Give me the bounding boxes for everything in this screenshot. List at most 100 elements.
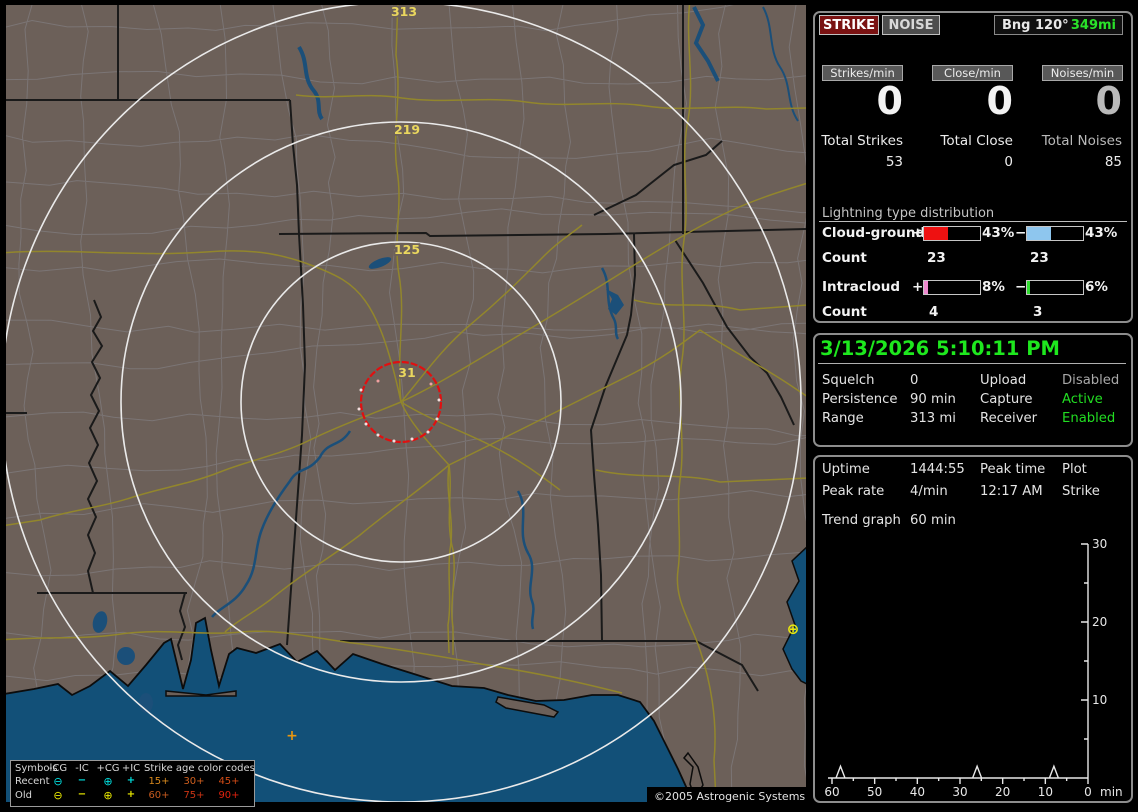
close-per-min-value: 0: [986, 79, 1013, 123]
map-canvas[interactable]: 313 219 125 31 + ⊕: [6, 5, 806, 802]
trend-y-tick: 20: [1092, 615, 1107, 629]
ic-positive-bar: [923, 280, 981, 295]
cg-positive-bar-fill: [924, 227, 949, 240]
neg-cg-old-icon: ⊖: [53, 789, 63, 802]
legend-row-old-label: Old: [15, 790, 32, 801]
strike-symbol-intracloud-positive-old: +: [286, 728, 298, 744]
trend-graph: 60 50 40 30 20 10 0 min 10 20 30: [824, 537, 1123, 799]
total-noises-label: Total Noises: [1041, 133, 1122, 149]
pos-ic-recent-icon: +: [126, 775, 136, 786]
cg-positive-bar: [923, 226, 981, 241]
cg-negative-bar: [1026, 226, 1084, 241]
trend-x-tick: 0: [1084, 785, 1092, 799]
legend-col-pos-ic: +IC: [121, 763, 141, 774]
trend-x-tick: 50: [867, 785, 882, 799]
legend-col-pos-cg: +CG: [96, 763, 120, 774]
upload-label: Upload: [980, 373, 1027, 388]
cg-negative-count: 23: [1030, 250, 1049, 266]
pos-ic-old-icon: +: [126, 789, 136, 800]
persistence-value: 90 min: [910, 392, 956, 407]
cg-count-label: Count: [822, 250, 867, 266]
legend-age-header: Strike age color codes: [144, 763, 255, 774]
age-60: 60+: [148, 790, 170, 801]
age-15: 15+: [148, 776, 170, 787]
age-30: 30+: [183, 776, 205, 787]
capture-label: Capture: [980, 392, 1033, 407]
cg-negative-pct: 43%: [1085, 225, 1118, 241]
symbol-legend: Symbols -CG -IC +CG +IC Strike age color…: [10, 760, 255, 807]
bearing-range: 349mi: [1070, 17, 1116, 33]
trend-x-unit: min: [1100, 785, 1123, 799]
ring-label-219: 219: [394, 122, 420, 137]
intracloud-label: Intracloud: [822, 279, 901, 295]
total-close-label: Total Close: [940, 133, 1013, 149]
ic-negative-bar-fill: [1027, 281, 1031, 294]
app-window: 313 219 125 31 + ⊕ ©2005 Astrogenic Syste…: [0, 0, 1138, 812]
legend-col-neg-cg: -CG: [48, 763, 68, 774]
ring-label-313: 313: [391, 5, 417, 19]
noises-per-min-value: 0: [1095, 79, 1122, 123]
map-view[interactable]: 313 219 125 31 + ⊕ ©2005 Astrogenic Syste…: [6, 5, 812, 807]
trend-y-tick: 10: [1092, 693, 1107, 707]
legend-col-neg-ic: -IC: [75, 763, 89, 774]
noise-mode-button[interactable]: NOISE: [882, 15, 940, 35]
legend-row-recent-label: Recent: [15, 776, 50, 787]
trend-x-tick: 30: [952, 785, 967, 799]
status-panel: 3/13/2026 5:10:11 PM Squelch 0 Upload Di…: [813, 333, 1133, 447]
copyright-text: ©2005 Astrogenic Systems: [647, 787, 812, 807]
strike-symbol-cloud-ground-positive-old: ⊕: [787, 620, 800, 638]
age-45: 45+: [218, 776, 240, 787]
range-label: Range: [822, 411, 864, 426]
ic-count-label: Count: [822, 304, 867, 320]
total-close-value: 0: [1004, 154, 1013, 170]
minus-sign: −: [1015, 225, 1027, 241]
capture-status: Active: [1062, 392, 1103, 407]
neg-ic-old-icon: −: [77, 789, 87, 800]
stats-panel: Uptime 1444:55 Peak time Plot Peak rate …: [813, 455, 1133, 803]
persistence-label: Persistence: [822, 392, 898, 407]
bearing-readout: Bng 120° 349mi: [994, 15, 1123, 35]
trend-x-tick: 40: [910, 785, 925, 799]
divider: [819, 221, 1127, 222]
total-strikes-label: Total Strikes: [821, 133, 903, 149]
ic-negative-count: 3: [1033, 304, 1043, 320]
age-90: 90+: [218, 790, 240, 801]
pos-cg-recent-icon: ⊕: [103, 775, 113, 788]
trend-x-tick: 10: [1038, 785, 1053, 799]
trend-axes: [828, 543, 1089, 784]
trend-y-tick: 30: [1092, 537, 1107, 551]
plus-sign: +: [912, 225, 924, 241]
ic-negative-pct: 6%: [1085, 279, 1108, 295]
receiver-label: Receiver: [980, 411, 1038, 426]
total-strikes-value: 53: [885, 154, 903, 170]
minus-sign: −: [1015, 279, 1027, 295]
squelch-value: 0: [910, 373, 919, 388]
upload-status: Disabled: [1062, 373, 1120, 388]
ring-label-31: 31: [398, 365, 415, 380]
cg-positive-pct: 43%: [982, 225, 1015, 241]
cg-positive-count: 23: [927, 250, 946, 266]
strikes-per-min-value: 0: [876, 79, 903, 123]
range-value: 313 mi: [910, 411, 956, 426]
total-noises-value: 85: [1104, 154, 1122, 170]
trend-x-tick: 60: [824, 785, 839, 799]
counters-panel: STRIKE NOISE Bng 120° 349mi Strikes/min …: [813, 11, 1133, 323]
trend-x-tick: 20: [995, 785, 1010, 799]
datetime-display: 3/13/2026 5:10:11 PM: [820, 337, 1060, 360]
ic-positive-bar-fill: [924, 281, 929, 294]
cloud-ground-label: Cloud-ground: [822, 225, 926, 241]
bearing-label: Bng 120°: [1002, 17, 1069, 33]
ic-negative-bar: [1026, 280, 1084, 295]
ic-positive-count: 4: [929, 304, 939, 320]
ic-positive-pct: 8%: [982, 279, 1005, 295]
receiver-status: Enabled: [1062, 411, 1116, 426]
ring-label-125: 125: [394, 242, 420, 257]
neg-ic-recent-icon: −: [77, 775, 87, 786]
squelch-label: Squelch: [822, 373, 875, 388]
pos-cg-old-icon: ⊕: [103, 789, 113, 802]
neg-cg-recent-icon: ⊖: [53, 775, 63, 788]
strike-mode-button[interactable]: STRIKE: [819, 15, 879, 35]
distribution-header: Lightning type distribution: [822, 206, 995, 221]
divider: [818, 363, 1126, 364]
cg-negative-bar-fill: [1027, 227, 1052, 240]
